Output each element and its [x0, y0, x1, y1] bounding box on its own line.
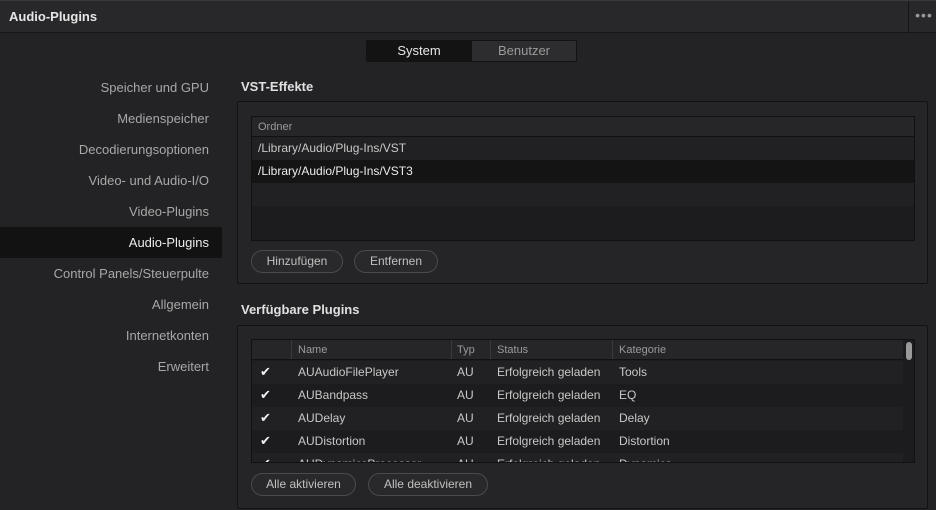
sidebar-item-control-panels[interactable]: Control Panels/Steuerpulte — [0, 258, 222, 289]
column-divider — [291, 340, 292, 359]
tab-benutzer[interactable]: Benutzer — [471, 41, 576, 61]
table-row[interactable]: ✔ AUDistortion AU Erfolgreich geladen Di… — [252, 430, 903, 453]
plugin-category: Distortion — [619, 434, 670, 448]
tab-system[interactable]: System — [367, 41, 471, 61]
column-divider — [490, 340, 491, 359]
plugin-name: AUDistortion — [298, 434, 366, 448]
table-row[interactable]: /Library/Audio/Plug-Ins/VST3 — [252, 160, 914, 183]
column-header-status[interactable]: Status — [497, 340, 528, 359]
enabled-checkbox[interactable]: ✔ — [260, 434, 273, 448]
vst-section-title: VST-Effekte — [241, 79, 314, 94]
enable-all-button[interactable]: Alle aktivieren — [251, 473, 356, 496]
sidebar-item-decodierungsoptionen[interactable]: Decodierungsoptionen — [0, 134, 222, 165]
table-row[interactable]: /Library/Audio/Plug-Ins/VST — [252, 137, 914, 160]
plugin-type: AU — [457, 388, 474, 402]
plugin-type: AU — [457, 411, 474, 425]
plugin-type: AU — [457, 365, 474, 379]
column-header-name[interactable]: Name — [298, 340, 327, 359]
plugin-status: Erfolgreich geladen — [497, 434, 601, 448]
column-header-typ[interactable]: Typ — [457, 340, 475, 359]
enabled-checkbox[interactable]: ✔ — [260, 457, 273, 463]
plugin-category: Tools — [619, 365, 648, 379]
plugin-category: Delay — [619, 411, 650, 425]
folder-path: /Library/Audio/Plug-Ins/VST — [258, 141, 407, 155]
sidebar-item-speicher-gpu[interactable]: Speicher und GPU — [0, 72, 222, 103]
sidebar-item-internetkonten[interactable]: Internetkonten — [0, 320, 222, 351]
plugin-category: Dynamics — [619, 453, 672, 462]
sidebar-item-allgemein[interactable]: Allgemein — [0, 289, 222, 320]
table-row-empty — [252, 183, 914, 206]
plugins-rows: ✔ AUAudioFilePlayer AU Erfolgreich gelad… — [252, 361, 903, 462]
folder-path: /Library/Audio/Plug-Ins/VST3 — [258, 164, 413, 178]
table-row[interactable]: ✔ AUBandpass AU Erfolgreich geladen EQ — [252, 384, 903, 407]
enabled-checkbox[interactable]: ✔ — [260, 411, 273, 425]
plugin-status: Erfolgreich geladen — [497, 365, 601, 379]
plugin-name: AUDynamicsProcessor — [298, 453, 421, 462]
sidebar-item-video-audio-io[interactable]: Video- und Audio-I/O — [0, 165, 222, 196]
plugin-type: AU — [457, 434, 474, 448]
column-header-ordner[interactable]: Ordner — [258, 117, 292, 136]
enabled-checkbox[interactable]: ✔ — [260, 365, 273, 379]
sidebar-item-audio-plugins[interactable]: Audio-Plugins — [0, 227, 222, 258]
scope-segmented-control: System Benutzer — [366, 40, 577, 62]
sidebar-item-erweitert[interactable]: Erweitert — [0, 351, 222, 382]
table-row-empty — [252, 206, 914, 229]
more-options-icon[interactable]: ••• — [912, 7, 936, 27]
enabled-checkbox[interactable]: ✔ — [260, 388, 273, 402]
remove-folder-button[interactable]: Entfernen — [354, 250, 438, 273]
vst-table-header: Ordner — [252, 117, 914, 137]
plugin-status: Erfolgreich geladen — [497, 411, 601, 425]
title-bar: Audio-Plugins ••• — [0, 0, 936, 34]
column-divider — [451, 340, 452, 359]
plugin-type: AU — [457, 453, 474, 462]
plugin-name: AUAudioFilePlayer — [298, 365, 399, 379]
plugin-status: Erfolgreich geladen — [497, 453, 600, 462]
window-title: Audio-Plugins — [9, 9, 98, 24]
plugins-table: Name Typ Status Kategorie ✔ AUAudioFileP… — [251, 339, 915, 463]
table-row[interactable]: ✔ AUDynamicsProcessor AU Erfolgreich gel… — [252, 453, 903, 462]
title-bar-divider — [908, 1, 909, 34]
sidebar-item-video-plugins[interactable]: Video-Plugins — [0, 196, 222, 227]
table-row[interactable]: ✔ AUDelay AU Erfolgreich geladen Delay — [252, 407, 903, 430]
plugins-scrollbar[interactable] — [906, 342, 912, 360]
plugin-name: AUBandpass — [298, 388, 369, 402]
sidebar-item-medienspeicher[interactable]: Medienspeicher — [0, 103, 222, 134]
table-row[interactable]: ✔ AUAudioFilePlayer AU Erfolgreich gelad… — [252, 361, 903, 384]
add-folder-button[interactable]: Hinzufügen — [251, 250, 343, 273]
vst-folder-table: Ordner /Library/Audio/Plug-Ins/VST /Libr… — [251, 116, 915, 241]
disable-all-button[interactable]: Alle deaktivieren — [368, 473, 488, 496]
column-divider — [612, 340, 613, 359]
sidebar: Speicher und GPU Medienspeicher Decodier… — [0, 72, 222, 382]
plugins-panel: Name Typ Status Kategorie ✔ AUAudioFileP… — [237, 325, 928, 509]
plugins-table-header: Name Typ Status Kategorie — [252, 340, 903, 360]
vst-panel: Ordner /Library/Audio/Plug-Ins/VST /Libr… — [237, 101, 928, 284]
plugin-status: Erfolgreich geladen — [497, 388, 601, 402]
column-header-kategorie[interactable]: Kategorie — [619, 340, 666, 359]
plugin-category: EQ — [619, 388, 637, 402]
plugin-name: AUDelay — [298, 411, 346, 425]
plugins-section-title: Verfügbare Plugins — [241, 302, 360, 317]
